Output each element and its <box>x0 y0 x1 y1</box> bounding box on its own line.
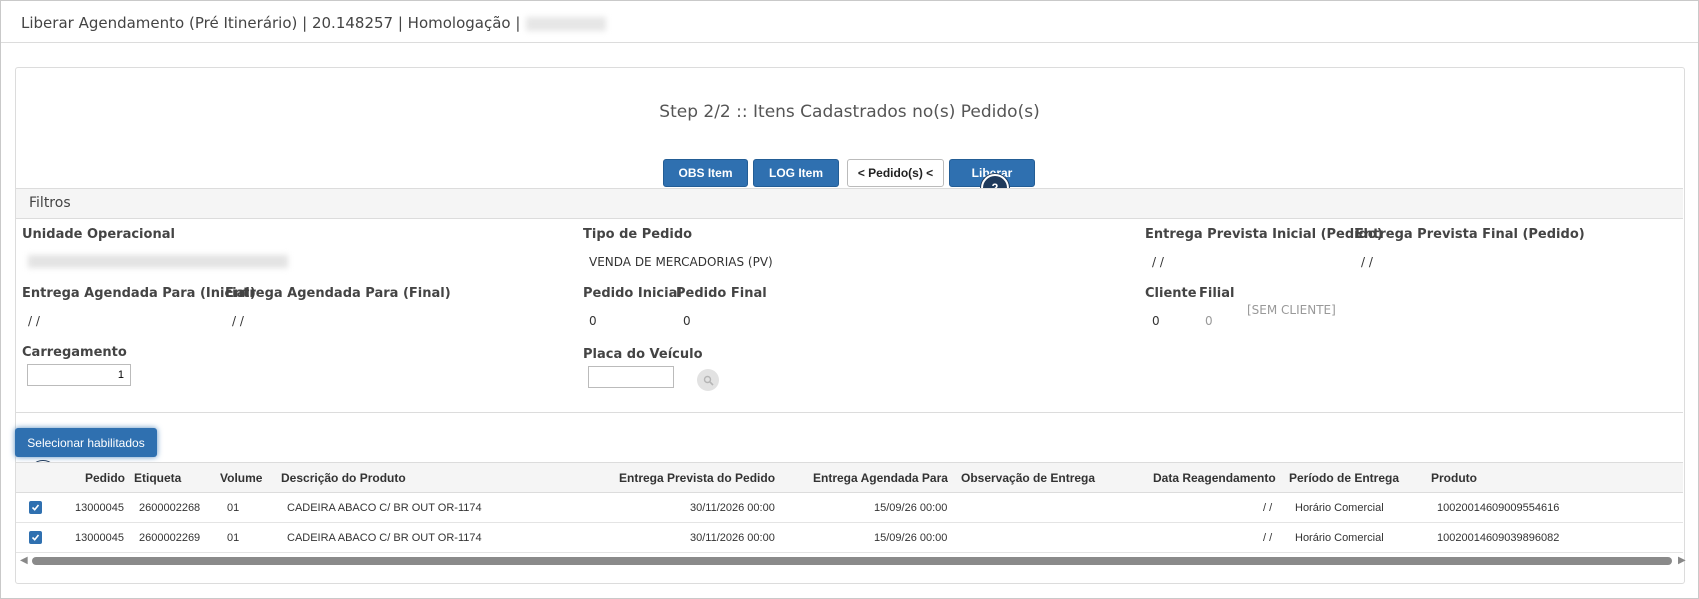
row-checkbox[interactable] <box>29 501 42 514</box>
table-row: 13000045 2600002269 01 CADEIRA ABACO C/ … <box>16 523 1683 553</box>
carregamento-label: Carregamento <box>22 345 127 360</box>
page-header: Liberar Agendamento (Pré Itinerário) | 2… <box>21 14 607 32</box>
search-icon <box>703 375 714 386</box>
cell-descricao: CADEIRA ABACO C/ BR OUT OR-1174 <box>287 502 482 514</box>
cell-entrega-agendada: 15/09/26 00:00 <box>874 532 948 544</box>
cell-pedido: 13000045 <box>75 532 124 544</box>
placa-search-button[interactable] <box>697 369 719 391</box>
step-title: Step 2/2 :: Itens Cadastrados no(s) Pedi… <box>659 102 1040 122</box>
tipo-pedido-value: VENDA DE MERCADORIAS (PV) <box>589 255 773 269</box>
entrega-ag-final-value: / / <box>232 314 244 328</box>
col-volume[interactable]: Volume <box>220 471 262 485</box>
obs-item-button[interactable]: OBS Item <box>663 159 748 187</box>
cell-data-reagendamento: / / <box>1263 532 1273 544</box>
sem-cliente-text: [SEM CLIENTE] <box>1247 303 1336 317</box>
entrega-ag-final-label: Entrega Agendada Para (Final) <box>225 286 451 301</box>
entrega-prev-inicial-label: Entrega Prevista Inicial (Pedido) <box>1145 227 1383 242</box>
cell-volume: 01 <box>227 502 240 514</box>
check-icon <box>31 534 40 541</box>
tipo-pedido-label: Tipo de Pedido <box>583 227 693 242</box>
cell-entrega-agendada: 15/09/26 00:00 <box>874 502 948 514</box>
cliente-value: 0 <box>1152 314 1160 328</box>
cell-periodo: Horário Comercial <box>1295 532 1384 544</box>
pedido-final-label: Pedido Final <box>676 286 767 301</box>
carregamento-input[interactable] <box>27 364 131 386</box>
filters-title: Filtros <box>29 195 71 211</box>
col-etiqueta[interactable]: Etiqueta <box>134 471 181 485</box>
filters-header: Filtros <box>16 188 1683 219</box>
entrega-prev-final-label: Entrega Prevista Final (Pedido) <box>1355 227 1585 242</box>
col-observacao[interactable]: Observação de Entrega <box>961 471 1095 485</box>
filters-divider <box>16 412 1683 413</box>
entrega-ag-inicial-value: / / <box>28 314 40 328</box>
cell-volume: 01 <box>227 532 240 544</box>
scroll-left-icon[interactable]: ◀ <box>20 555 28 566</box>
items-table: Pedido Etiqueta Volume Descrição do Prod… <box>16 462 1683 554</box>
cell-entrega-prevista: 30/11/2026 00:00 <box>690 532 775 544</box>
scroll-right-icon[interactable]: ▶ <box>1678 555 1686 566</box>
log-item-button[interactable]: LOG Item <box>753 159 839 187</box>
placa-veiculo-label: Placa do Veículo <box>583 347 703 362</box>
pedido-final-value: 0 <box>683 314 691 328</box>
entrega-ag-inicial-label: Entrega Agendada Para (Inicial) <box>22 286 256 301</box>
placa-veiculo-input[interactable] <box>588 366 674 388</box>
filial-value: 0 <box>1205 314 1213 328</box>
table-header: Pedido Etiqueta Volume Descrição do Prod… <box>16 462 1683 493</box>
cell-etiqueta: 2600002269 <box>139 532 201 544</box>
col-periodo[interactable]: Período de Entrega <box>1289 471 1399 485</box>
header-divider <box>1 42 1698 43</box>
col-descricao[interactable]: Descrição do Produto <box>281 471 406 485</box>
entrega-prev-inicial-value: / / <box>1152 255 1164 269</box>
unidade-operacional-label: Unidade Operacional <box>22 227 175 242</box>
col-produto[interactable]: Produto <box>1431 471 1477 485</box>
col-pedido[interactable]: Pedido <box>85 471 125 485</box>
select-enabled-button[interactable]: Selecionar habilitados <box>15 428 157 457</box>
unidade-operacional-value <box>28 255 288 268</box>
header-title: Liberar Agendamento (Pré Itinerário) | 2… <box>21 14 521 32</box>
table-row: 13000045 2600002268 01 CADEIRA ABACO C/ … <box>16 493 1683 523</box>
check-icon <box>31 504 40 511</box>
pedidos-back-button[interactable]: < Pedido(s) < <box>847 159 944 187</box>
cell-data-reagendamento: / / <box>1263 502 1273 514</box>
scrollbar-thumb[interactable] <box>32 557 1672 565</box>
pedido-inicial-label: Pedido Inicial <box>583 286 682 301</box>
cell-produto: 10020014609009554616 <box>1437 502 1560 514</box>
col-entrega-prevista[interactable]: Entrega Prevista do Pedido <box>619 471 775 485</box>
row-checkbox[interactable] <box>29 531 42 544</box>
cell-etiqueta: 2600002268 <box>139 502 201 514</box>
redacted-text <box>526 16 607 31</box>
cell-pedido: 13000045 <box>75 502 124 514</box>
horizontal-scrollbar[interactable]: ◀ ▶ <box>18 555 1686 567</box>
col-entrega-agendada[interactable]: Entrega Agendada Para <box>813 471 948 485</box>
entrega-prev-final-value: / / <box>1361 255 1373 269</box>
pedido-inicial-value: 0 <box>589 314 597 328</box>
filial-label: Filial <box>1199 286 1235 301</box>
cell-produto: 10020014609039896082 <box>1437 532 1560 544</box>
col-data-reagendamento[interactable]: Data Reagendamento <box>1153 471 1276 485</box>
cell-periodo: Horário Comercial <box>1295 502 1384 514</box>
cell-entrega-prevista: 30/11/2026 00:00 <box>690 502 775 514</box>
cell-descricao: CADEIRA ABACO C/ BR OUT OR-1174 <box>287 532 482 544</box>
cliente-label: Cliente <box>1145 286 1197 301</box>
